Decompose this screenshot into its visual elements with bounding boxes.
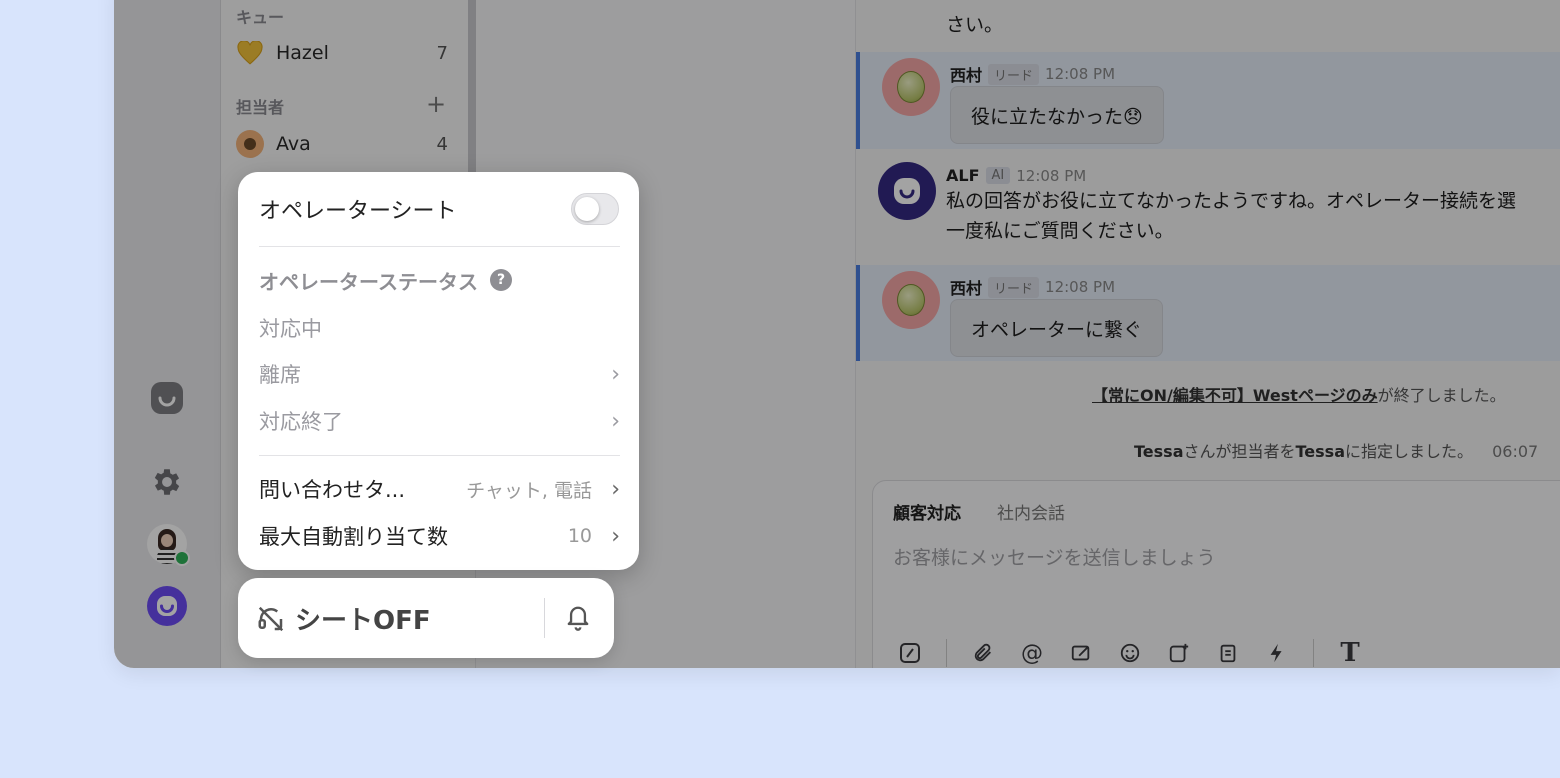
menu-divider	[259, 455, 620, 456]
max-auto-assign-label: 最大自動割り当て数	[259, 525, 448, 549]
toggle-knob	[575, 197, 599, 221]
inquiry-type-label: 問い合わせタ...	[259, 478, 406, 502]
status-header: オペレーターステータス ?	[259, 264, 620, 296]
operator-seat-toggle[interactable]	[571, 193, 619, 225]
status-away-label: 離席	[259, 363, 301, 387]
operator-status-menu: オペレーターシート オペレーターステータス ? 対応中 離席 › 対応終了 › …	[238, 172, 639, 570]
seatbar-divider	[544, 598, 545, 638]
status-away-item[interactable]: 離席 ›	[259, 357, 620, 391]
status-done-label: 対応終了	[259, 410, 343, 434]
chevron-right-icon: ›	[611, 408, 620, 434]
menu-divider	[259, 246, 620, 247]
headset-off-icon[interactable]	[256, 604, 286, 638]
seat-status-bar: シートOFF	[238, 578, 614, 658]
status-header-label: オペレーターステータス	[259, 269, 478, 294]
operator-seat-row: オペレーターシート	[259, 192, 620, 226]
inquiry-type-item[interactable]: 問い合わせタ... チャット, 電話 ›	[259, 472, 620, 506]
status-done-item[interactable]: 対応終了 ›	[259, 404, 620, 438]
max-auto-assign-item[interactable]: 最大自動割り当て数 10 ›	[259, 519, 620, 553]
chevron-right-icon: ›	[611, 523, 620, 549]
chevron-right-icon: ›	[611, 476, 620, 502]
status-active-item[interactable]: 対応中	[259, 311, 620, 345]
max-auto-assign-value: 10	[567, 525, 592, 547]
bell-icon[interactable]	[564, 602, 592, 636]
status-active-label: 対応中	[259, 317, 322, 341]
seat-off-label[interactable]: シートOFF	[295, 600, 431, 637]
chevron-right-icon: ›	[611, 361, 620, 387]
inquiry-type-value: チャット, 電話	[466, 479, 592, 502]
operator-seat-label: オペレーターシート	[259, 199, 457, 224]
help-icon[interactable]: ?	[490, 269, 512, 291]
